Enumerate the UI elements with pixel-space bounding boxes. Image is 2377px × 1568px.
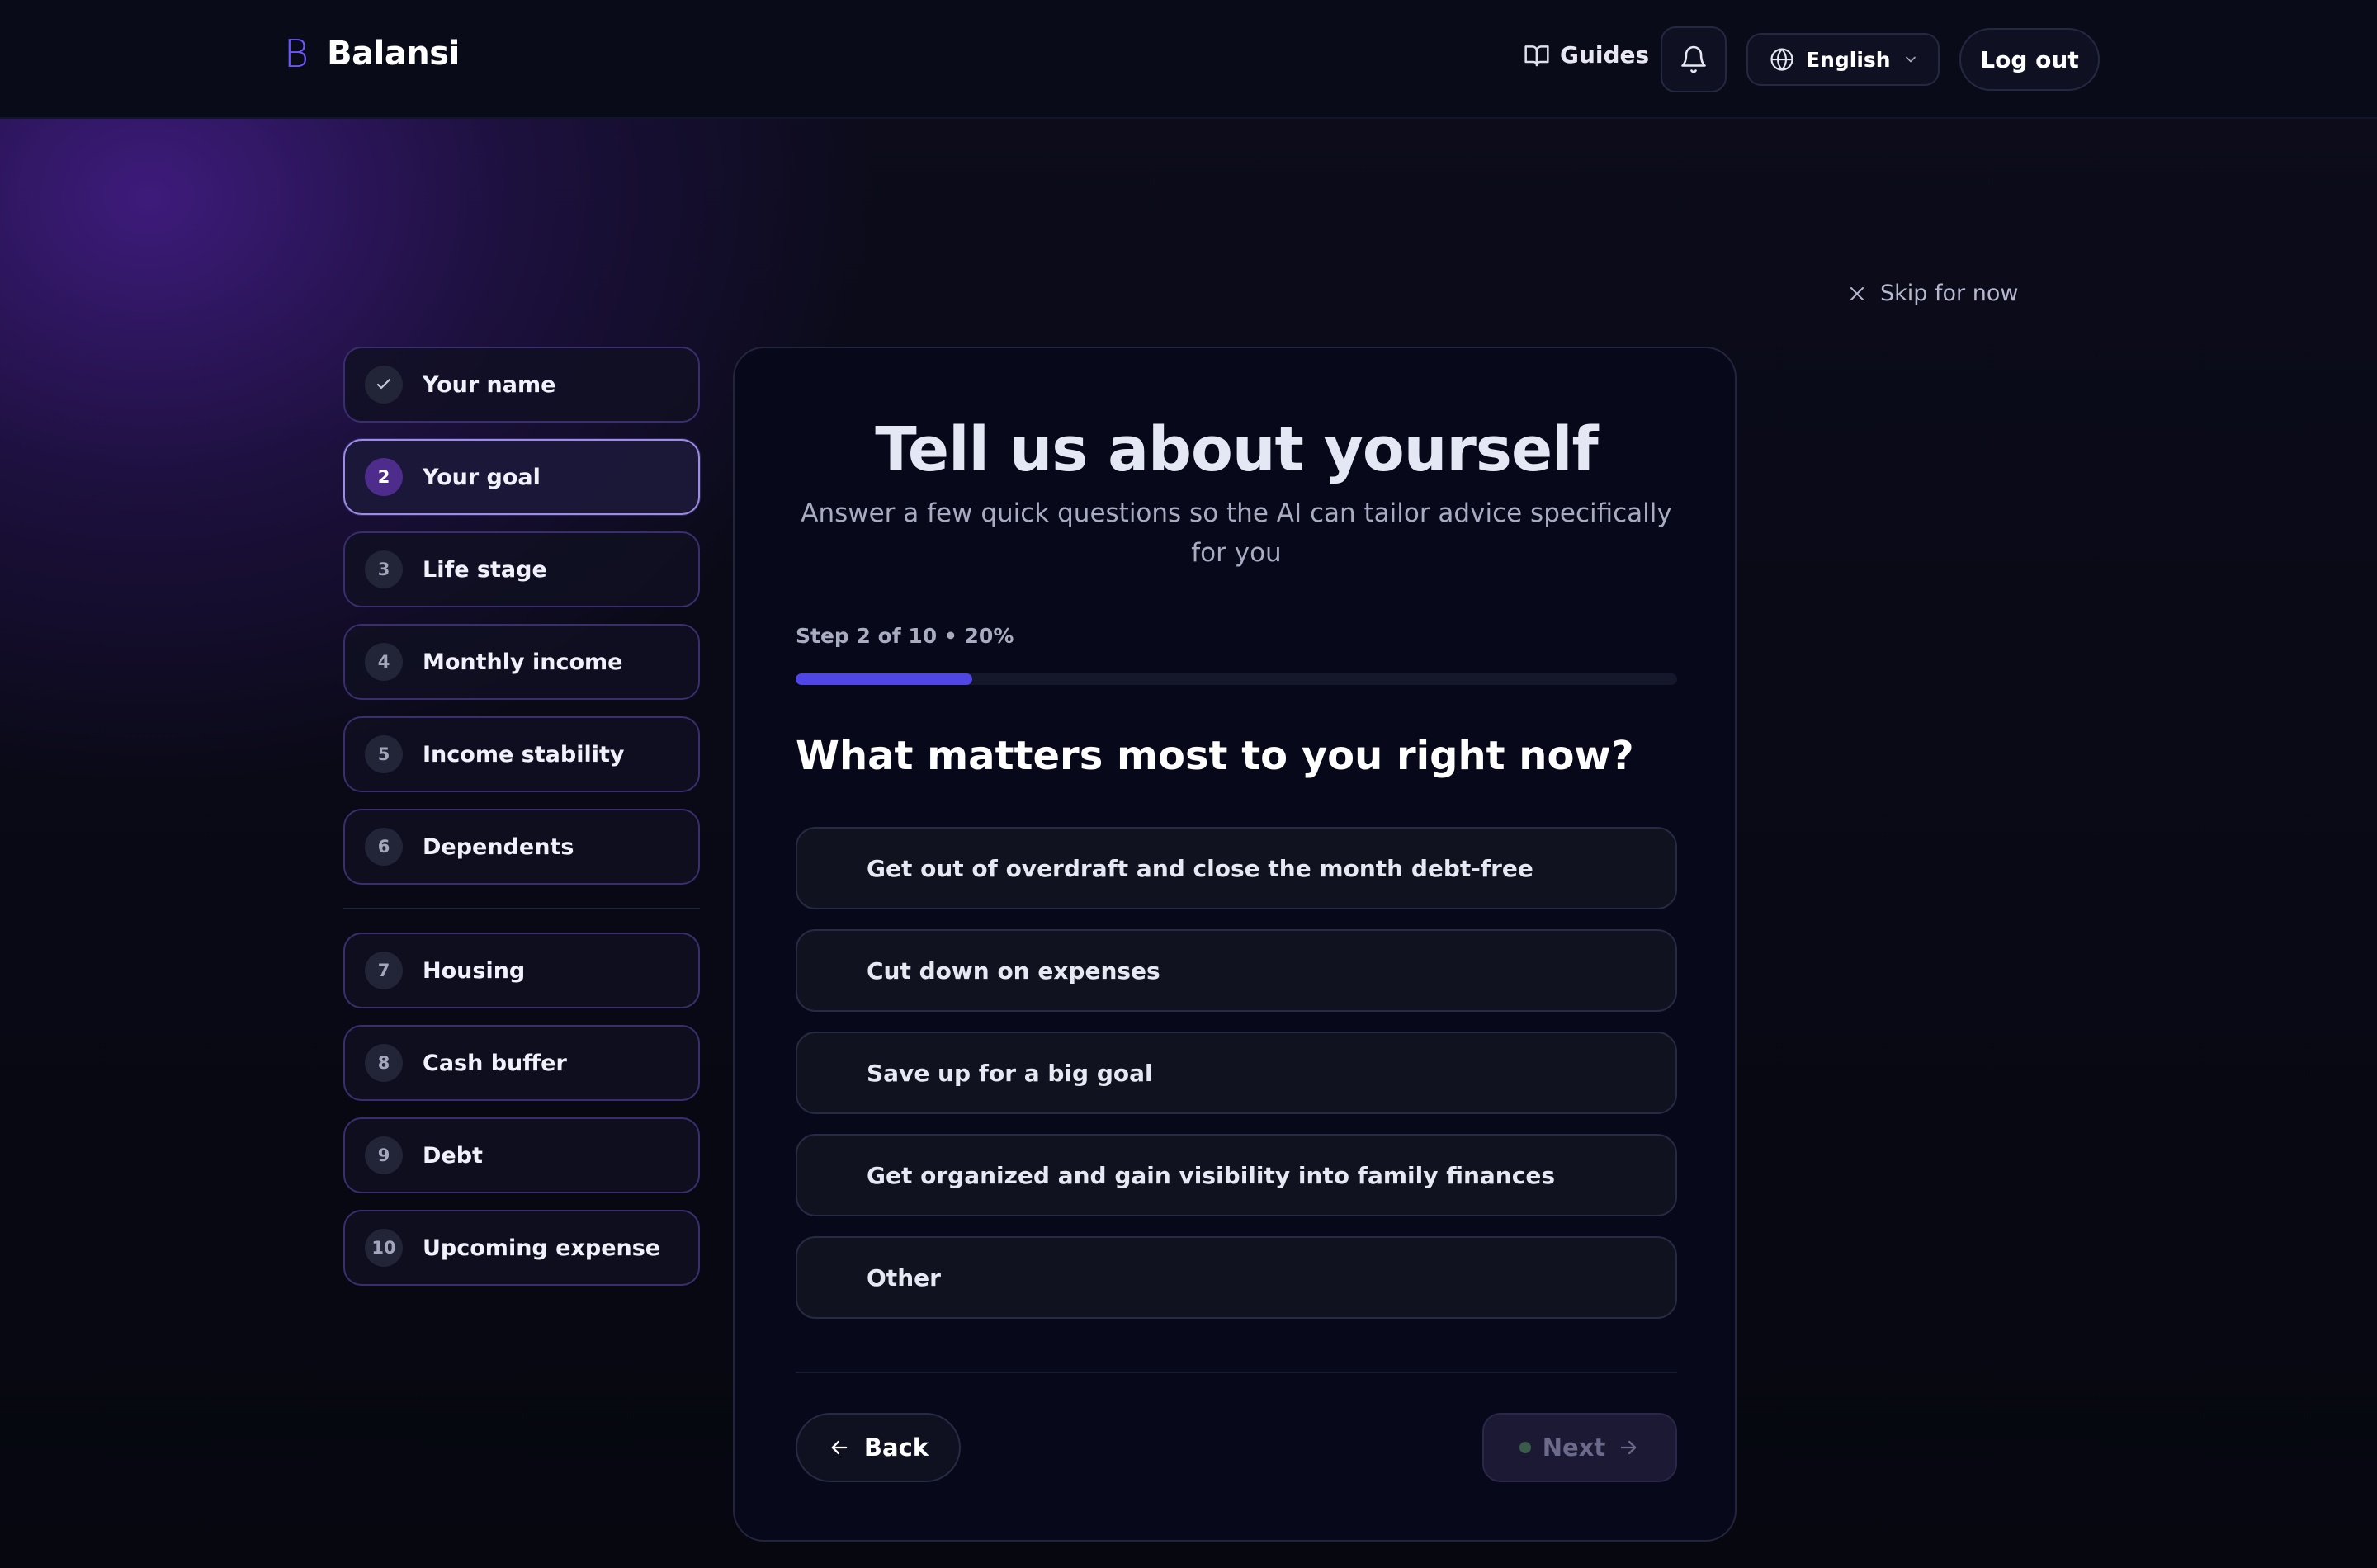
step-number: 6 xyxy=(365,828,403,866)
step-your-name[interactable]: Your name xyxy=(343,347,700,423)
option-get-organized[interactable]: Get organized and gain visibility into f… xyxy=(796,1134,1677,1216)
step-label: Cash buffer xyxy=(423,1050,567,1076)
back-label: Back xyxy=(863,1433,929,1462)
step-label: Life stage xyxy=(423,556,547,583)
option-other[interactable]: Other xyxy=(796,1236,1677,1319)
step-housing[interactable]: 7 Housing xyxy=(343,933,700,1008)
onboarding-card: Tell us about yourself Answer a few quic… xyxy=(733,347,1737,1542)
guides-link[interactable]: Guides xyxy=(1524,41,1649,68)
step-number: 8 xyxy=(365,1044,403,1082)
option-save-goal[interactable]: Save up for a big goal xyxy=(796,1032,1677,1114)
book-icon xyxy=(1524,45,1549,66)
step-dependents[interactable]: 6 Dependents xyxy=(343,809,700,885)
step-label: Income stability xyxy=(423,741,625,767)
step-life-stage[interactable]: 3 Life stage xyxy=(343,531,700,607)
card-divider xyxy=(796,1372,1677,1373)
next-button[interactable]: Next xyxy=(1482,1413,1677,1482)
arrow-left-icon xyxy=(831,1440,848,1455)
language-select[interactable]: English xyxy=(1746,33,1940,86)
bell-icon xyxy=(1681,45,1706,73)
progress-label: Step 2 of 10 • 20% xyxy=(796,624,1014,648)
progress-fill xyxy=(796,673,972,685)
page-subtitle: Answer a few quick questions so the AI c… xyxy=(801,498,1672,568)
page-title: Tell us about yourself xyxy=(875,414,1598,485)
notifications-button[interactable] xyxy=(1661,26,1727,92)
status-dot-icon xyxy=(1519,1442,1531,1453)
arrow-right-icon xyxy=(1620,1440,1637,1455)
step-number: 4 xyxy=(365,643,403,681)
steps-divider xyxy=(343,908,700,909)
step-label: Upcoming expense xyxy=(423,1235,661,1261)
step-number: 5 xyxy=(365,735,403,773)
step-monthly-income[interactable]: 4 Monthly income xyxy=(343,624,700,700)
step-number: 2 xyxy=(365,458,403,496)
globe-icon xyxy=(1770,48,1793,71)
question-heading: What matters most to you right now? xyxy=(796,733,1634,779)
brand-mark-icon: B xyxy=(284,31,310,76)
option-overdraft[interactable]: Get out of overdraft and close the month… xyxy=(796,827,1677,909)
skip-button[interactable]: Skip for now xyxy=(1847,281,2018,306)
language-label: English xyxy=(1806,47,1891,72)
step-upcoming-expense[interactable]: 10 Upcoming expense xyxy=(343,1210,700,1286)
step-number: 3 xyxy=(365,550,403,588)
step-label: Your name xyxy=(423,371,556,398)
next-label: Next xyxy=(1542,1433,1606,1462)
chevron-down-icon xyxy=(1905,56,1916,63)
step-label: Monthly income xyxy=(423,649,623,675)
progress-bar xyxy=(796,673,1677,685)
step-cash-buffer[interactable]: 8 Cash buffer xyxy=(343,1025,700,1101)
step-label: Housing xyxy=(423,957,526,984)
brand-logo[interactable]: B Balansi xyxy=(284,33,460,74)
brand-name: Balansi xyxy=(327,35,460,73)
step-number: 7 xyxy=(365,952,403,989)
option-cut-expenses[interactable]: Cut down on expenses xyxy=(796,929,1677,1012)
back-button[interactable]: Back xyxy=(796,1413,961,1482)
logout-button[interactable]: Log out xyxy=(1959,28,2100,91)
step-label: Your goal xyxy=(423,464,541,490)
step-income-stability[interactable]: 5 Income stability xyxy=(343,716,700,792)
step-label: Debt xyxy=(423,1142,483,1169)
step-number: 10 xyxy=(365,1229,403,1267)
step-number: 9 xyxy=(365,1136,403,1174)
checkmark-icon xyxy=(365,366,403,404)
step-your-goal[interactable]: 2 Your goal xyxy=(343,439,700,515)
step-label: Dependents xyxy=(423,834,574,860)
top-nav: B Balansi Guides English Log out xyxy=(0,0,2377,119)
skip-label: Skip for now xyxy=(1880,281,2019,306)
step-debt[interactable]: 9 Debt xyxy=(343,1117,700,1193)
close-icon xyxy=(1850,286,1864,300)
guides-label: Guides xyxy=(1560,41,1650,68)
